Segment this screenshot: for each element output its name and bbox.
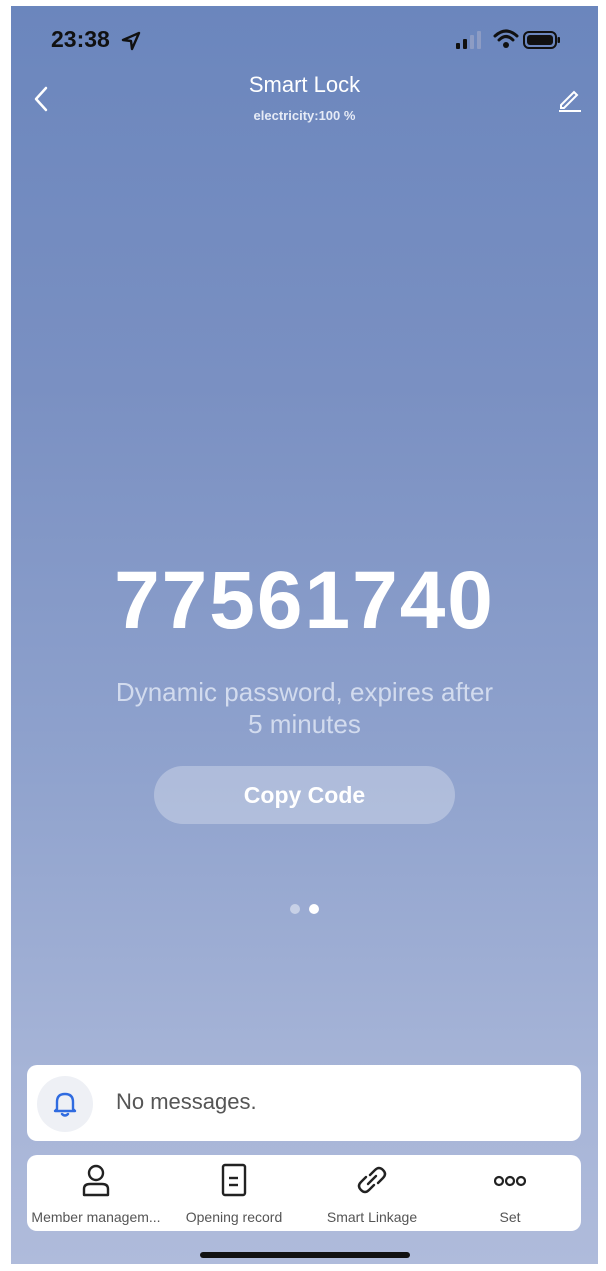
tab-set[interactable]: Set	[441, 1155, 579, 1231]
status-bar: 23:38	[11, 6, 598, 66]
app-screen: 23:38 Smart Lock electricity:100 % 77561…	[11, 6, 598, 1264]
copy-code-button[interactable]: Copy Code	[154, 766, 455, 824]
password-description: Dynamic password, expires after 5 minute…	[81, 676, 528, 740]
message-card[interactable]: No messages.	[27, 1065, 581, 1141]
battery-level-text: electricity:100 %	[253, 108, 356, 123]
status-time: 23:38	[51, 26, 110, 52]
tab-member-management[interactable]: Member managem...	[27, 1155, 165, 1231]
page-title: Smart Lock	[248, 72, 361, 97]
battery-icon	[523, 31, 560, 49]
tab-label: Member managem...	[31, 1209, 161, 1225]
messages-text: No messages.	[116, 1089, 257, 1114]
location-arrow-icon	[121, 31, 141, 51]
dynamic-password-code: 77561740	[114, 555, 495, 646]
tab-label: Opening record	[185, 1209, 283, 1225]
tab-opening-record[interactable]: Opening record	[165, 1155, 303, 1231]
password-description-line2: 5 minutes	[248, 709, 361, 739]
bottom-tab-bar: Member managem... Opening record Smart L…	[27, 1155, 581, 1231]
page-dot-2[interactable]	[309, 904, 319, 914]
bell-icon	[53, 1092, 77, 1117]
bell-badge	[37, 1076, 93, 1132]
page-dot-1[interactable]	[290, 904, 300, 914]
home-indicator[interactable]	[200, 1252, 410, 1258]
more-icon	[494, 1175, 526, 1187]
password-description-line1: Dynamic password, expires after	[115, 677, 494, 707]
person-icon	[82, 1164, 110, 1197]
wifi-icon	[493, 29, 519, 48]
cellular-signal-icon	[456, 31, 481, 49]
document-icon	[221, 1163, 247, 1197]
link-icon	[357, 1166, 387, 1194]
edit-pencil-icon[interactable]	[557, 86, 583, 112]
tab-smart-linkage[interactable]: Smart Linkage	[303, 1155, 441, 1231]
tab-label: Smart Linkage	[326, 1209, 418, 1225]
tab-label: Set	[499, 1209, 521, 1225]
